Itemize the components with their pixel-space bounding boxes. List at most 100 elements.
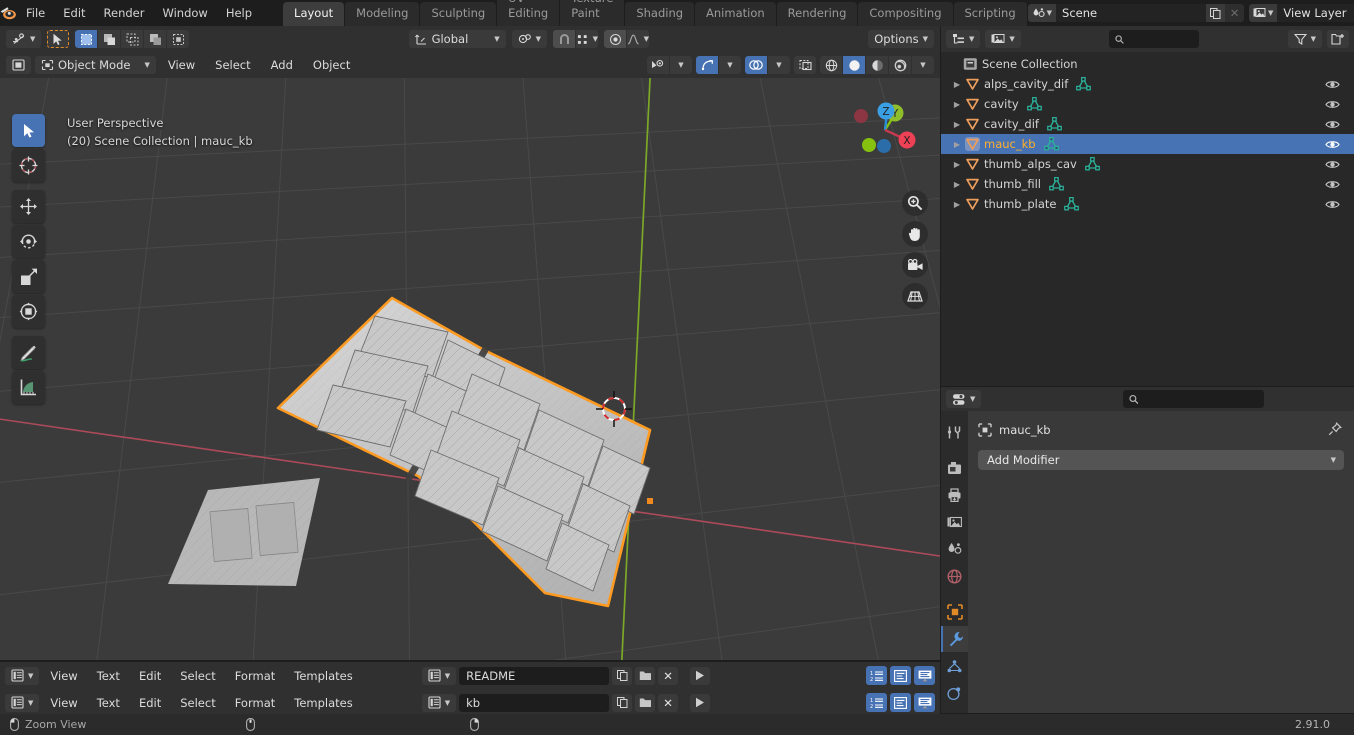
shading-material-preview-icon[interactable] bbox=[866, 56, 888, 74]
text1-menu-select[interactable]: Select bbox=[172, 668, 223, 684]
proportional-edit-icon[interactable] bbox=[604, 30, 627, 48]
text-editor-type-icon[interactable]: ▼ bbox=[5, 666, 40, 685]
properties-tab-render[interactable] bbox=[941, 455, 968, 481]
disclosure-triangle-icon[interactable]: ▶ bbox=[949, 180, 965, 189]
properties-tab-tool[interactable] bbox=[941, 419, 968, 445]
properties-search-input[interactable] bbox=[1143, 392, 1259, 406]
select-intersect-icon[interactable] bbox=[167, 30, 190, 48]
show-gizmo-icon[interactable] bbox=[696, 56, 718, 74]
visibility-eye-icon[interactable] bbox=[1325, 179, 1340, 190]
disclosure-triangle-icon[interactable]: ▶ bbox=[949, 100, 965, 109]
tool-annotate[interactable] bbox=[12, 336, 45, 369]
transform-orientation-selector[interactable]: Global ▼ bbox=[408, 30, 506, 48]
text1-line-numbers-toggle[interactable]: 1 2 bbox=[866, 666, 887, 685]
snap-target-icon[interactable]: ▼ bbox=[576, 30, 599, 48]
mesh-data-icon[interactable] bbox=[1049, 177, 1064, 191]
tool-move[interactable] bbox=[12, 190, 45, 223]
properties-tab-world[interactable] bbox=[941, 563, 968, 589]
blender-logo-icon[interactable] bbox=[0, 6, 17, 20]
outliner-row-cavity-dif[interactable]: ▶ cavity_dif bbox=[941, 114, 1354, 134]
text2-datablock-name[interactable]: kb bbox=[459, 693, 610, 712]
active-tool-select-box-icon[interactable] bbox=[47, 30, 70, 48]
tab-sculpting[interactable]: Sculpting bbox=[420, 2, 497, 26]
outliner-filter-button[interactable]: ▼ bbox=[1287, 30, 1323, 48]
viewport-menu-add[interactable]: Add bbox=[263, 57, 301, 73]
outliner-editor-type-icon[interactable]: ▼ bbox=[946, 30, 981, 48]
shading-dropdown[interactable]: ▼ bbox=[912, 56, 934, 74]
text1-new-button[interactable] bbox=[612, 666, 633, 685]
tab-modeling[interactable]: Modeling bbox=[345, 2, 420, 26]
text2-menu-select[interactable]: Select bbox=[172, 695, 223, 711]
tab-animation[interactable]: Animation bbox=[695, 2, 776, 26]
shading-solid-icon[interactable] bbox=[843, 56, 865, 74]
properties-tab-modifiers[interactable] bbox=[941, 626, 968, 652]
unlink-scene-button[interactable]: ✕ bbox=[1225, 4, 1245, 22]
select-invert-icon[interactable] bbox=[144, 30, 167, 48]
text1-word-wrap-toggle[interactable] bbox=[890, 666, 911, 685]
viewport-options-button[interactable]: Options ▼ bbox=[868, 30, 934, 48]
tab-compositing[interactable]: Compositing bbox=[858, 2, 953, 26]
text2-syntax-highlight-toggle[interactable] bbox=[914, 693, 935, 712]
pivot-point-selector[interactable]: ▼ bbox=[511, 30, 548, 48]
disclosure-triangle-icon[interactable]: ▶ bbox=[949, 120, 965, 129]
gizmo-dropdown[interactable]: ▼ bbox=[719, 56, 741, 74]
text2-menu-format[interactable]: Format bbox=[227, 695, 284, 711]
object-visibility-icon[interactable] bbox=[647, 56, 669, 74]
text2-line-numbers-toggle[interactable]: 1 2 bbox=[866, 693, 887, 712]
visibility-eye-icon[interactable] bbox=[1325, 99, 1340, 110]
outliner-search-input[interactable] bbox=[1129, 32, 1194, 46]
properties-tab-object[interactable] bbox=[941, 599, 968, 625]
text2-menu-text[interactable]: Text bbox=[89, 695, 128, 711]
tool-measure[interactable] bbox=[12, 371, 45, 404]
visibility-eye-icon[interactable] bbox=[1325, 79, 1340, 90]
disclosure-triangle-icon[interactable]: ▶ bbox=[949, 200, 965, 209]
visibility-eye-icon[interactable] bbox=[1325, 199, 1340, 210]
tab-scripting[interactable]: Scripting bbox=[953, 2, 1027, 26]
new-scene-button[interactable] bbox=[1206, 4, 1226, 22]
pin-icon[interactable] bbox=[1328, 421, 1342, 439]
view-layer-name[interactable]: View Layer bbox=[1277, 4, 1354, 22]
pan-hand-icon[interactable] bbox=[902, 221, 928, 247]
outliner-row-cavity[interactable]: ▶ cavity bbox=[941, 94, 1354, 114]
visibility-eye-icon[interactable] bbox=[1325, 159, 1340, 170]
select-extend-icon[interactable] bbox=[98, 30, 121, 48]
visibility-dropdown[interactable]: ▼ bbox=[670, 56, 692, 74]
properties-search-field[interactable] bbox=[1122, 390, 1265, 408]
overlay-dropdown[interactable]: ▼ bbox=[768, 56, 790, 74]
text2-word-wrap-toggle[interactable] bbox=[890, 693, 911, 712]
tool-cursor[interactable] bbox=[12, 149, 45, 182]
zoom-icon[interactable] bbox=[902, 190, 928, 216]
visibility-eye-icon[interactable] bbox=[1325, 119, 1340, 130]
mesh-data-icon[interactable] bbox=[1047, 117, 1062, 131]
text2-datablock-browse[interactable]: ▼ bbox=[421, 693, 457, 712]
mesh-data-icon[interactable] bbox=[1064, 197, 1080, 211]
object-mode-selector[interactable]: Object Mode ▼ bbox=[35, 56, 156, 74]
text1-datablock-name[interactable]: README bbox=[459, 666, 610, 685]
text1-unlink-button[interactable]: ✕ bbox=[658, 666, 679, 685]
disclosure-triangle-icon[interactable]: ▶ bbox=[949, 140, 965, 149]
outliner-row-mauc-kb[interactable]: ▶ mauc_kb bbox=[941, 134, 1354, 154]
text1-open-button[interactable] bbox=[635, 666, 656, 685]
tab-texture-paint[interactable]: Texture Paint bbox=[560, 0, 625, 26]
select-subtract-icon[interactable] bbox=[121, 30, 144, 48]
tool-rotate[interactable] bbox=[12, 225, 45, 258]
scene-icon[interactable]: ▼ bbox=[1027, 4, 1057, 22]
editor-type-selector[interactable]: ▼ bbox=[6, 30, 42, 48]
viewport-menu-view[interactable]: View bbox=[160, 57, 203, 73]
text-editor-type-icon[interactable]: ▼ bbox=[5, 693, 40, 712]
properties-tab-particles[interactable] bbox=[941, 653, 968, 679]
text2-run-script-button[interactable] bbox=[690, 693, 711, 712]
properties-tab-view-layer[interactable] bbox=[941, 509, 968, 535]
text1-syntax-highlight-toggle[interactable] bbox=[914, 666, 935, 685]
text1-menu-templates[interactable]: Templates bbox=[286, 668, 360, 684]
text1-menu-text[interactable]: Text bbox=[89, 668, 128, 684]
xray-toggle-icon[interactable] bbox=[794, 56, 816, 74]
viewport-editor-type-icon[interactable] bbox=[6, 56, 31, 74]
tool-select-box[interactable] bbox=[12, 114, 45, 147]
navigation-gizmo[interactable]: X Y Z bbox=[843, 88, 927, 172]
menu-render[interactable]: Render bbox=[95, 3, 154, 23]
snap-magnet-icon[interactable] bbox=[553, 30, 576, 48]
text1-menu-edit[interactable]: Edit bbox=[131, 668, 169, 684]
outliner-row-thumb-fill[interactable]: ▶ thumb_fill bbox=[941, 174, 1354, 194]
view-layer-selector[interactable]: ▼ View Layer ✕ bbox=[1249, 4, 1354, 22]
